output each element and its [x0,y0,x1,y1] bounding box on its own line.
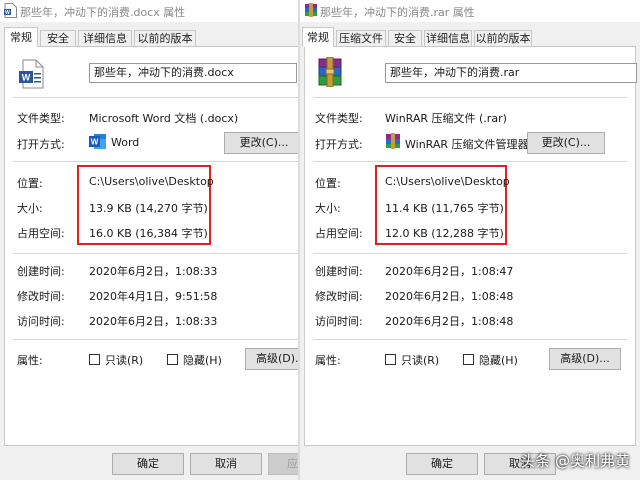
change-button[interactable]: 更改(C)... [224,132,298,154]
attributes-label: 属性: [315,354,341,367]
attributes-label: 属性: [17,354,43,367]
accessed-value: 2020年6月2日，1:08:33 [89,315,218,328]
tab-archive[interactable]: 压缩文件 [336,30,386,46]
apply-button[interactable]: 应用(A) [268,453,298,475]
general-panel: W 那些年，冲动下的消费.docx 文件类型: Microsoft Word 文… [4,46,298,446]
hidden-label: 隐藏(H) [183,354,222,367]
modified-value: 2020年6月2日，1:08:48 [385,290,514,303]
hidden-checkbox[interactable] [463,354,474,365]
cancel-button[interactable]: 取消 [190,453,262,475]
modified-label: 修改时间: [17,290,65,303]
separator [313,161,627,162]
filename-field[interactable]: 那些年，冲动下的消费.rar [385,63,637,83]
accessed-label: 访问时间: [315,315,363,328]
separator [313,339,627,340]
ok-button[interactable]: 确定 [112,453,184,475]
ok-button[interactable]: 确定 [406,453,478,475]
location-label: 位置: [315,177,341,190]
accessed-label: 访问时间: [17,315,65,328]
general-panel: 那些年，冲动下的消费.rar 文件类型: WinRAR 压缩文件 (.rar) … [304,46,637,446]
opens-with-label: 打开方式: [17,138,65,151]
winrar-archive-icon [305,3,317,17]
tab-strip: 常规 安全 详细信息 以前的版本 [0,27,298,47]
tab-strip: 常规 压缩文件 安全 详细信息 以前的版本 [300,27,640,47]
location-value: C:\Users\olive\Desktop [89,175,214,188]
separator [13,339,298,340]
tab-previous-versions[interactable]: 以前的版本 [134,30,196,46]
size-on-disk-label: 占用空间: [315,227,363,240]
winrar-archive-icon [318,57,342,87]
tab-details[interactable]: 详细信息 [78,30,132,46]
size-on-disk-value: 16.0 KB (16,384 字节) [89,227,208,240]
size-on-disk-value: 12.0 KB (12,288 字节) [385,227,504,240]
word-app-icon: W [89,134,106,149]
filename-field[interactable]: 那些年，冲动下的消费.docx [89,63,297,83]
created-value: 2020年6月2日，1:08:33 [89,265,218,278]
tab-previous-versions[interactable]: 以前的版本 [474,30,532,46]
window-title: 那些年，冲动下的消费.rar 属性 [320,6,475,19]
winrar-app-icon [386,133,400,149]
tab-security[interactable]: 安全 [40,30,76,46]
size-label: 大小: [17,202,43,215]
size-value: 11.4 KB (11,765 字节) [385,202,504,215]
title-bar: 那些年，冲动下的消费.rar 属性 [300,0,640,22]
created-label: 创建时间: [17,265,65,278]
separator [13,253,298,254]
advanced-button[interactable]: 高级(D)... [245,348,298,370]
svg-text:W: W [5,10,10,16]
separator [313,253,627,254]
separator [13,97,298,98]
watermark: 头条 @奥利弗黄 [520,452,630,470]
separator [13,161,298,162]
created-label: 创建时间: [315,265,363,278]
rar-properties-dialog: 那些年，冲动下的消费.rar 属性 常规 压缩文件 安全 详细信息 以前的版本 … [300,0,640,480]
tab-general[interactable]: 常规 [302,27,334,47]
file-type-value: Microsoft Word 文档 (.docx) [89,112,239,125]
word-document-icon: W [4,3,17,18]
opens-with-value: WinRAR 压缩文件管理器 [405,138,529,151]
readonly-label: 只读(R) [401,354,440,367]
docx-properties-dialog: W 那些年，冲动下的消费.docx 属性 常规 安全 详细信息 以前的版本 W … [0,0,298,480]
svg-text:W: W [91,138,99,147]
opens-with-label: 打开方式: [315,138,363,151]
readonly-checkbox[interactable] [89,354,100,365]
separator [313,97,627,98]
opens-with-value: Word [111,136,140,149]
advanced-button[interactable]: 高级(D)... [549,348,621,370]
location-value: C:\Users\olive\Desktop [385,175,510,188]
modified-label: 修改时间: [315,290,363,303]
created-value: 2020年6月2日，1:08:47 [385,265,514,278]
hidden-checkbox[interactable] [167,354,178,365]
location-label: 位置: [17,177,43,190]
tab-details[interactable]: 详细信息 [424,30,472,46]
svg-text:W: W [22,73,31,83]
tab-general[interactable]: 常规 [4,27,38,47]
file-type-value: WinRAR 压缩文件 (.rar) [385,112,507,125]
file-type-label: 文件类型: [315,112,363,125]
readonly-checkbox[interactable] [385,354,396,365]
readonly-label: 只读(R) [105,354,144,367]
tab-security[interactable]: 安全 [388,30,422,46]
modified-value: 2020年4月1日，9:51:58 [89,290,218,303]
word-document-icon: W [19,59,44,89]
window-title: 那些年，冲动下的消费.docx 属性 [20,6,186,19]
size-label: 大小: [315,202,341,215]
title-bar: W 那些年，冲动下的消费.docx 属性 [0,0,298,22]
size-value: 13.9 KB (14,270 字节) [89,202,208,215]
change-button[interactable]: 更改(C)... [527,132,605,154]
hidden-label: 隐藏(H) [479,354,518,367]
size-on-disk-label: 占用空间: [17,227,65,240]
accessed-value: 2020年6月2日，1:08:48 [385,315,514,328]
file-type-label: 文件类型: [17,112,65,125]
